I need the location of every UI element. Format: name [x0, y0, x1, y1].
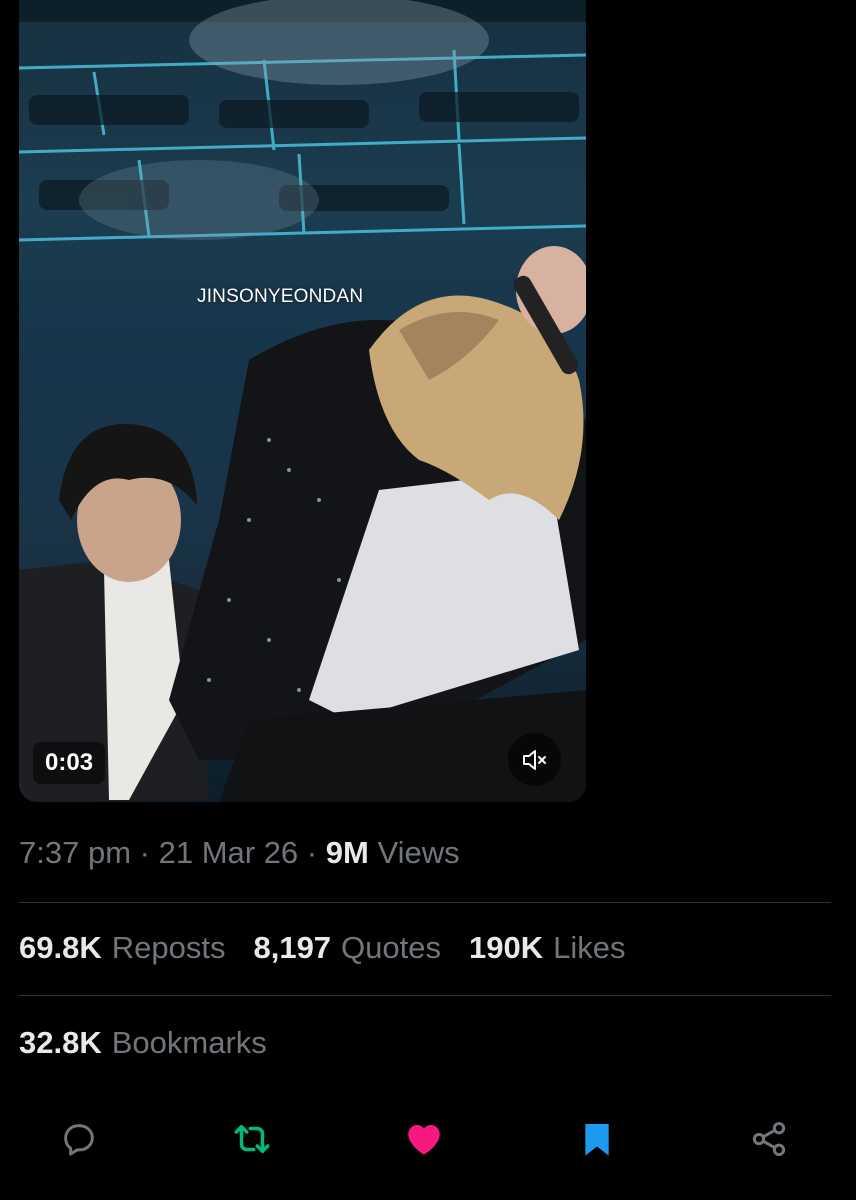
repost-icon — [234, 1125, 270, 1153]
meta-separator: · — [306, 835, 318, 870]
bookmarks-count: 32.8K — [19, 1025, 102, 1060]
engagement-stats: 69.8K Reposts 8,197 Quotes 190K Likes — [19, 930, 625, 966]
like-button[interactable] — [401, 1116, 447, 1162]
share-button[interactable] — [746, 1116, 792, 1162]
quotes-count: 8,197 — [253, 930, 332, 965]
post-meta: 7:37 pm · 21 Mar 26 · 9M Views — [19, 835, 460, 871]
reply-icon — [64, 1124, 94, 1156]
quotes-stat[interactable]: 8,197 Quotes — [253, 930, 441, 966]
reply-button[interactable] — [56, 1116, 102, 1162]
speaker-muted-icon — [522, 749, 546, 770]
likes-label: Likes — [553, 930, 626, 965]
divider — [19, 902, 831, 903]
repost-button[interactable] — [229, 1116, 275, 1162]
reposts-stat[interactable]: 69.8K Reposts — [19, 930, 225, 966]
heart-icon — [408, 1125, 440, 1155]
quotes-label: Quotes — [341, 930, 441, 965]
video-timer: 0:03 — [33, 742, 106, 784]
likes-count: 190K — [469, 930, 544, 965]
reposts-count: 69.8K — [19, 930, 102, 965]
likes-stat[interactable]: 190K Likes — [469, 930, 625, 966]
views-count: 9M — [325, 835, 369, 870]
divider — [19, 995, 831, 996]
video-watermark: JINSONYEONDAN — [197, 286, 364, 307]
mute-button[interactable] — [508, 733, 561, 786]
video-player[interactable]: JINSONYEONDAN 0:03 — [19, 0, 586, 802]
views-label: Views — [377, 835, 460, 870]
bookmarks-label: Bookmarks — [111, 1025, 267, 1060]
video-frame — [19, 0, 586, 802]
share-icon — [752, 1122, 786, 1156]
post-time: 7:37 pm — [19, 835, 132, 870]
reposts-label: Reposts — [111, 930, 226, 965]
post-date: 21 Mar 26 — [158, 835, 299, 870]
bookmarks-stat[interactable]: 32.8K Bookmarks — [19, 1025, 267, 1061]
meta-separator: · — [139, 835, 150, 870]
bookmark-icon — [585, 1124, 609, 1156]
bookmark-button[interactable] — [574, 1116, 620, 1162]
